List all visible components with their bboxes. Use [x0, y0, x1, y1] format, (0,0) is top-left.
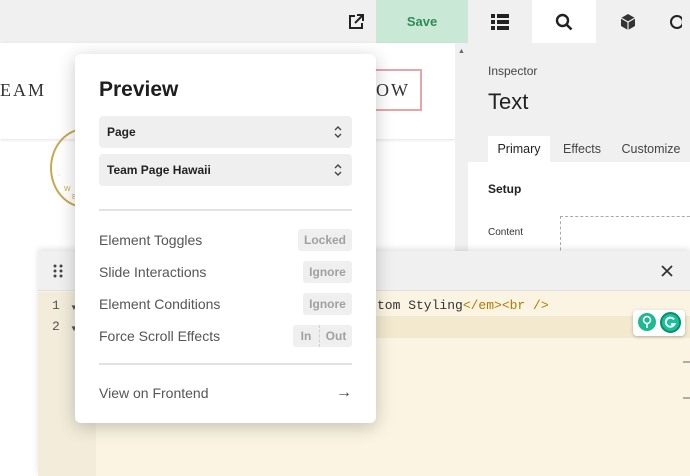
more-button[interactable] [660, 0, 690, 43]
tab-primary[interactable]: Primary [488, 136, 550, 162]
external-link-icon [349, 13, 364, 29]
drag-handle-icon[interactable] [52, 264, 64, 278]
select-chevron-icon [334, 164, 342, 176]
select-chevron-icon [334, 126, 342, 138]
canvas-cta-button[interactable]: OW [372, 69, 422, 111]
box-icon [620, 13, 636, 30]
seal-letter-w: W [64, 186, 71, 193]
setup-section-label: Setup [488, 182, 522, 196]
code-line[interactable]: tom Styling</em><br /> [377, 298, 549, 313]
editor-scroll-icon[interactable] [683, 360, 690, 400]
force-scroll-effects-label: Force Scroll Effects [99, 328, 221, 344]
tab-customize[interactable]: Customize [616, 136, 686, 162]
line-number: 2 [52, 319, 60, 334]
page-select[interactable] [99, 116, 352, 148]
scroll-in-toggle[interactable]: In [293, 325, 319, 347]
save-button[interactable]: Save [376, 0, 468, 43]
structure-icon [491, 13, 509, 30]
elements-button[interactable] [596, 0, 660, 43]
scroll-out-toggle[interactable]: Out [319, 325, 352, 347]
divider [99, 209, 352, 211]
slide-interactions-label: Slide Interactions [99, 264, 207, 280]
element-conditions-toggle[interactable]: Ignore [303, 293, 352, 315]
canvas-scrollbar[interactable] [455, 43, 468, 253]
code-text: tom Styling [377, 298, 463, 313]
slide-interactions-toggle[interactable]: Ignore [303, 261, 352, 283]
seal-dot: · [58, 172, 61, 179]
preview-title: Preview [99, 78, 179, 101]
page-select-value: Page [107, 125, 136, 139]
element-toggles-label: Element Toggles [99, 232, 203, 248]
structure-button[interactable] [468, 0, 532, 43]
grammarly-bulb-icon[interactable] [638, 313, 656, 331]
scroll-up-arrow-icon[interactable]: ▲ [458, 48, 465, 55]
search-button[interactable] [532, 0, 596, 43]
element-conditions-label: Element Conditions [99, 296, 221, 312]
divider [99, 363, 352, 365]
element-toggles-toggle[interactable]: Locked [298, 229, 352, 251]
close-icon[interactable] [659, 263, 675, 279]
grammarly-logo-icon[interactable] [660, 312, 681, 333]
inspector-element-title: Text [488, 89, 529, 114]
canvas-team-heading[interactable]: EAM [0, 80, 46, 101]
line-number: 1 [52, 298, 60, 313]
search-icon [555, 13, 573, 30]
arrow-right-icon[interactable]: → [336, 384, 352, 402]
target-select-value: Team Page Hawaii [107, 163, 211, 177]
view-on-frontend-link[interactable]: View on Frontend [99, 385, 208, 401]
inspector-label: Inspector [488, 64, 538, 78]
code-tags: </em><br /> [462, 298, 549, 313]
tab-effects[interactable]: Effects [553, 136, 611, 162]
external-link-button[interactable] [337, 0, 375, 43]
content-field-label: Content [488, 227, 524, 238]
more-icon [670, 14, 682, 29]
